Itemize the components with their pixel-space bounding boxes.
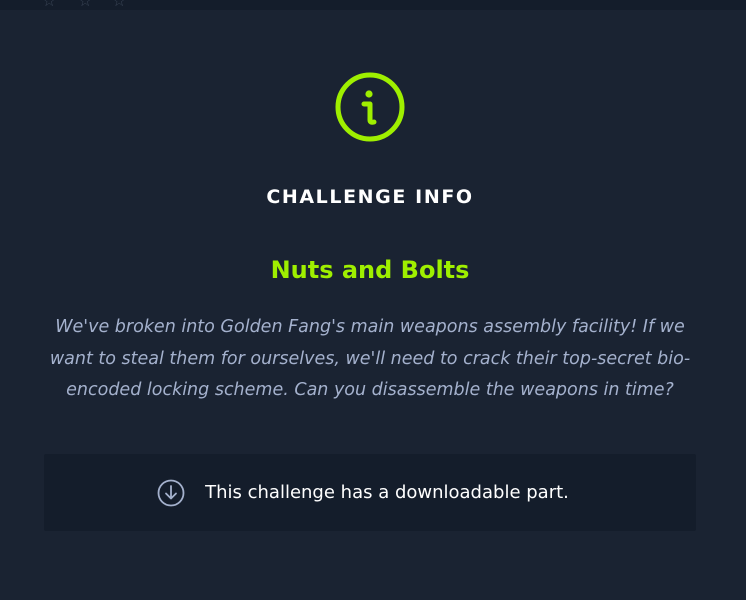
header-strip: ☆ ☆ ☆ [0,0,746,10]
star-icon: ☆ [78,0,93,10]
star-icon: ☆ [112,0,127,10]
download-button[interactable]: This challenge has a downloadable part. [44,454,696,531]
challenge-description: We've broken into Golden Fang's main wea… [49,317,691,400]
modal-title: CHALLENGE INFO [266,186,474,208]
challenge-name: Nuts and Bolts [270,256,470,284]
info-circle-icon [335,72,405,142]
download-circle-icon [157,479,185,506]
download-label: This challenge has a downloadable part. [205,482,569,503]
star-icon: ☆ [42,0,57,10]
challenge-info-modal: CHALLENGE INFO Nuts and Bolts We've brok… [0,10,746,600]
